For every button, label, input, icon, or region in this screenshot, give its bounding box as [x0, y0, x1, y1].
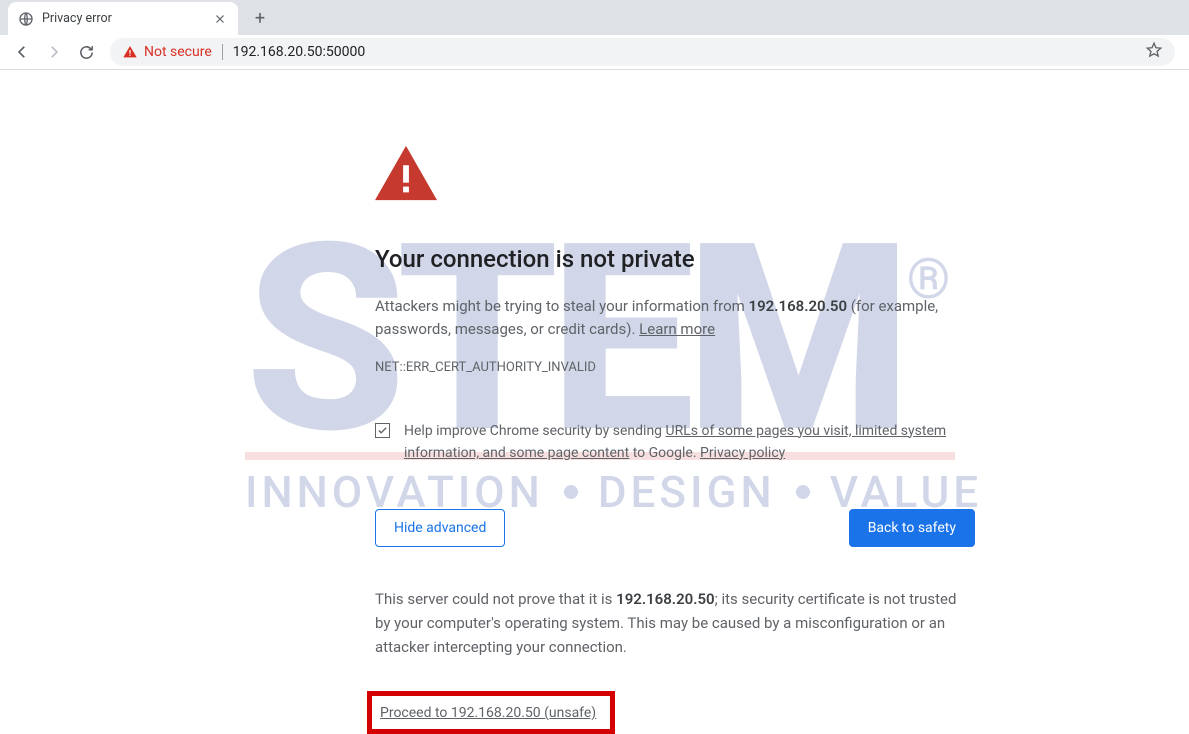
new-tab-button[interactable]: +: [246, 4, 274, 32]
optin-text: Help improve Chrome security by sending …: [404, 420, 975, 465]
proceed-unsafe-link[interactable]: Proceed to 192.168.20.50 (unsafe): [380, 705, 596, 721]
host-name: 192.168.20.50: [749, 297, 847, 315]
forward-button[interactable]: [40, 38, 68, 66]
globe-icon: [18, 11, 34, 27]
omnibox-divider: [222, 44, 223, 60]
url-text: 192.168.20.50:50000: [233, 44, 1135, 60]
advanced-explanation: This server could not prove that it is 1…: [375, 587, 975, 659]
warning-triangle-icon: [122, 44, 138, 60]
security-chip[interactable]: Not secure: [122, 44, 212, 60]
host-name: 192.168.20.50: [616, 590, 714, 608]
page-heading: Your connection is not private: [375, 245, 975, 273]
address-bar[interactable]: Not secure 192.168.20.50:50000: [110, 38, 1175, 66]
browser-tab[interactable]: Privacy error: [8, 2, 238, 35]
back-button[interactable]: [8, 38, 36, 66]
learn-more-link[interactable]: Learn more: [639, 320, 715, 338]
privacy-policy-link[interactable]: Privacy policy: [700, 445, 785, 461]
hide-advanced-button[interactable]: Hide advanced: [375, 509, 505, 547]
warning-triangle-icon: [375, 145, 437, 201]
action-button-row: Hide advanced Back to safety: [375, 509, 975, 547]
tab-strip: Privacy error +: [0, 0, 1189, 35]
warning-description: Attackers might be trying to steal your …: [375, 295, 975, 342]
close-tab-button[interactable]: [212, 11, 228, 27]
browser-chrome: Privacy error +: [0, 0, 1189, 70]
optin-checkbox[interactable]: [375, 423, 390, 438]
security-text: Not secure: [144, 44, 212, 60]
tab-title: Privacy error: [42, 11, 204, 26]
back-to-safety-button[interactable]: Back to safety: [849, 509, 975, 547]
optin-row: Help improve Chrome security by sending …: [375, 420, 975, 465]
error-code: NET::ERR_CERT_AUTHORITY_INVALID: [375, 360, 975, 375]
reload-button[interactable]: [72, 38, 100, 66]
bookmark-button[interactable]: [1145, 41, 1163, 63]
privacy-error-page: Your connection is not private Attackers…: [375, 145, 975, 734]
toolbar: Not secure 192.168.20.50:50000: [0, 35, 1189, 70]
check-icon: [377, 425, 388, 436]
